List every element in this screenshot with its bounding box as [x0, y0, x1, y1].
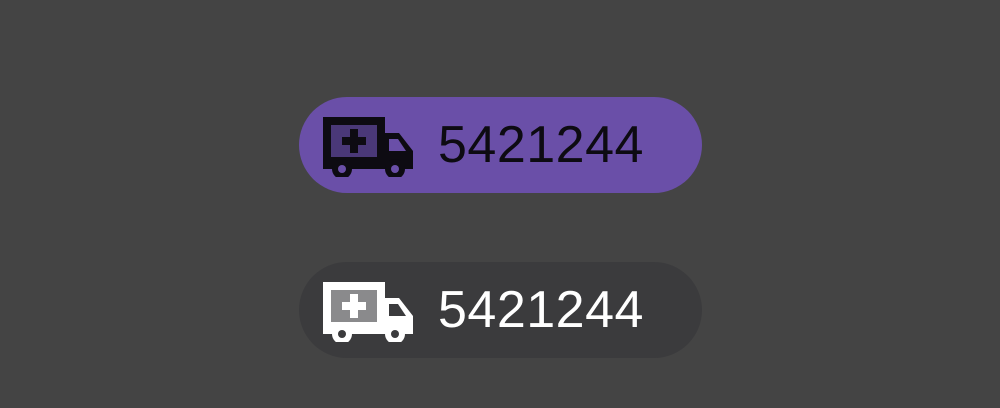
chip-selected[interactable]: 5421244 [299, 97, 702, 193]
chip-label: 5421244 [438, 116, 644, 174]
chip-label: 5421244 [438, 281, 644, 339]
ambulance-icon [319, 278, 415, 342]
chip-unselected[interactable]: 5421244 [299, 262, 702, 358]
canvas: 5421244 5421244 [0, 0, 1000, 408]
ambulance-icon [319, 113, 415, 177]
